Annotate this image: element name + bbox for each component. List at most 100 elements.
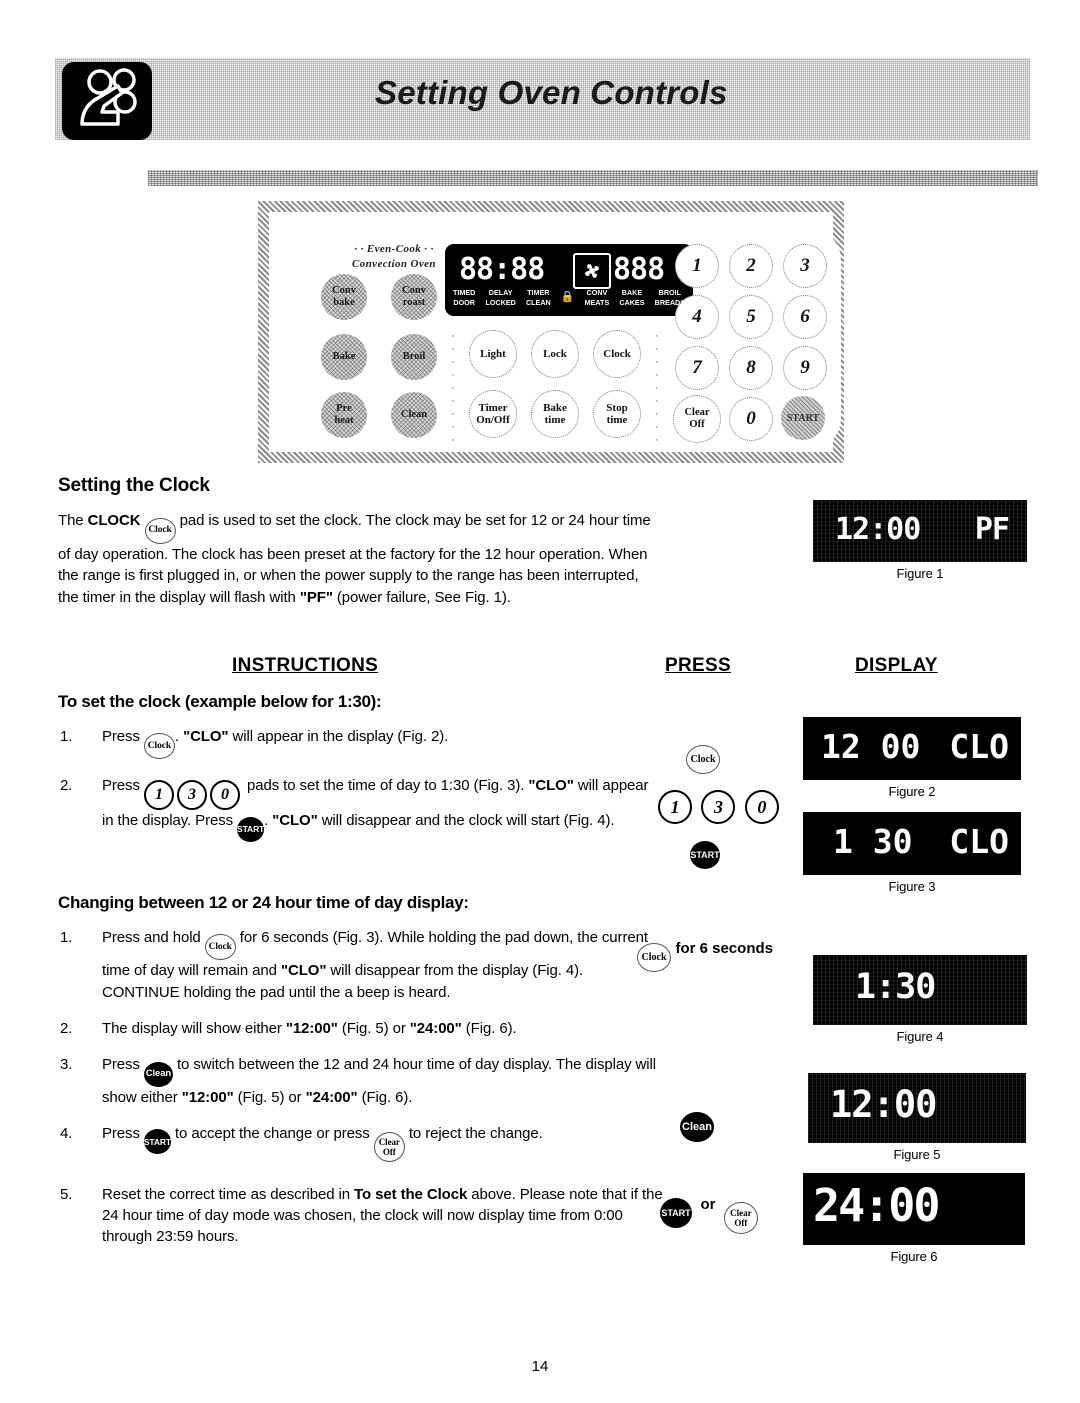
start-pad-icon[interactable]: START: [237, 816, 264, 842]
page-number: 14: [531, 1358, 549, 1375]
clock-bold-word: CLOCK: [87, 512, 141, 529]
subheading-changing-hours: Changing between 12 or 24 hour time of d…: [58, 893, 469, 912]
panel-dot-separator-2: · · · · · · · · ·: [655, 330, 659, 446]
panel-key-8[interactable]: 8: [729, 346, 773, 390]
start-pad-icon[interactable]: START: [690, 841, 720, 869]
figure-2: 12 00 CLO Figure 2: [803, 717, 1021, 799]
figure-5-left-text: 12:00: [830, 1083, 937, 1126]
column-header-display: DISPLAY: [855, 655, 938, 676]
panel-pad-light[interactable]: Light: [469, 330, 517, 378]
panel-key-1[interactable]: 1: [675, 244, 719, 288]
panel-pad-clock[interactable]: Clock: [593, 330, 641, 378]
panel-key-2[interactable]: 2: [729, 244, 773, 288]
clean-pad-icon[interactable]: Clean: [680, 1112, 714, 1142]
panel-pad-conv-bake[interactable]: Conv bake: [321, 274, 367, 320]
panel-pad-lock[interactable]: Lock: [531, 330, 579, 378]
panel-pad-bake-time[interactable]: Bake time: [531, 390, 579, 438]
key-3-icon[interactable]: 3: [176, 780, 207, 810]
press-hold-label: for 6 seconds: [675, 940, 773, 957]
figure-1-caption: Figure 1: [896, 566, 944, 581]
start-pad-icon[interactable]: START: [144, 1129, 171, 1154]
panel-key-clear-off[interactable]: Clear Off: [673, 395, 721, 443]
step-item: 5. Reset the correct time as described i…: [60, 1185, 663, 1245]
panel-key-start[interactable]: START: [781, 396, 825, 440]
figure-6: 24:00 Figure 6: [803, 1173, 1025, 1264]
step-number: 4.: [60, 1124, 73, 1142]
control-panel-bezel: · · Even-Cook · · Convection Oven Conv ba…: [258, 201, 844, 463]
panel-key-9[interactable]: 9: [783, 346, 827, 390]
start-pad-icon[interactable]: START: [660, 1198, 692, 1228]
step-number: 1.: [60, 929, 73, 946]
key-0-icon[interactable]: 0: [744, 790, 779, 824]
indicator-delay-locked: DELAY LOCKED: [485, 288, 516, 307]
panel-dot-separator: · · · · · · · · ·: [451, 330, 455, 446]
panel-pad-bake[interactable]: Bake: [321, 334, 367, 380]
clear-off-pad-icon[interactable]: Clear Off: [723, 1202, 758, 1234]
press-cell-start-or-clear: START or Clear Off: [660, 1196, 758, 1234]
to-set-clock-steps: 1. Press Clock. "CLO" will appear in the…: [58, 726, 663, 842]
panel-display-right-segments: 888: [613, 252, 665, 287]
panel-display-screen: 88:88 888 TIMED DOOR DELAY LOCKED TIMER CLE…: [445, 244, 693, 316]
panel-key-5[interactable]: 5: [729, 295, 773, 339]
panel-key-4[interactable]: 4: [675, 295, 719, 339]
clean-pad-icon[interactable]: Clean: [143, 1061, 173, 1087]
step-number: 2.: [60, 777, 73, 794]
panel-pad-stop-time[interactable]: Stop time: [593, 390, 641, 438]
key-0-icon[interactable]: 0: [209, 780, 240, 810]
page-title: Setting Oven Controls: [375, 74, 728, 111]
section-heading-setting-clock: Setting the Clock: [58, 475, 210, 496]
panel-pad-timer-onoff[interactable]: Timer On/Off: [469, 390, 517, 438]
press-cell-clock-hold: Clock for 6 seconds: [637, 940, 773, 972]
clock-pad-icon[interactable]: Clock: [204, 934, 236, 960]
panel-key-0[interactable]: 0: [729, 397, 773, 441]
figure-3: 1 30 CLO Figure 3: [803, 812, 1021, 894]
figure-2-left-text: 12 00: [821, 727, 921, 766]
key-1-icon[interactable]: 1: [658, 790, 692, 824]
panel-key-3[interactable]: 3: [783, 244, 827, 288]
figure-5: 12:00 Figure 5: [808, 1073, 1026, 1162]
figure-6-left-text: 24:00: [813, 1179, 940, 1232]
panel-pad-broil[interactable]: Broil: [391, 334, 437, 380]
panel-key-7[interactable]: 7: [675, 346, 719, 390]
step-item: 1. Press and hold Clock for 6 seconds (F…: [60, 929, 648, 1001]
step-number: 3.: [60, 1056, 73, 1073]
figure-1: 12:00 PF Figure 1: [813, 500, 1027, 581]
hand-pressing-pad-icon: [62, 62, 152, 140]
step-number: 1.: [60, 728, 73, 745]
press-cell-start: START: [690, 838, 720, 869]
clock-pad-icon[interactable]: Clock: [686, 745, 720, 774]
key-3-icon[interactable]: 3: [701, 790, 736, 824]
indicator-bake-cakes: BAKE CAKES: [619, 288, 645, 307]
clock-pad-icon[interactable]: Clock: [143, 733, 175, 759]
figure-3-caption: Figure 3: [888, 879, 936, 894]
step-item: 2. Press 130 pads to set the time of day…: [58, 775, 663, 842]
panel-pad-preheat[interactable]: Pre heat: [321, 392, 367, 438]
indicator-timed-door: TIMED DOOR: [453, 288, 476, 307]
step-item: 4. Press START to accept the change or p…: [58, 1123, 663, 1162]
clear-off-pad-icon[interactable]: Clear Off: [373, 1131, 405, 1162]
panel-pad-conv-roast[interactable]: Conv roast: [391, 274, 437, 320]
panel-pad-clean[interactable]: Clean: [391, 392, 437, 438]
figure-1-left-text: 12:00: [835, 512, 921, 547]
panel-key-6[interactable]: 6: [783, 295, 827, 339]
key-1-icon[interactable]: 1: [143, 780, 174, 810]
changing-hours-steps: 1. Press and hold Clock for 6 seconds (F…: [58, 927, 663, 1247]
figure-4-left-text: 1:30: [855, 967, 936, 1007]
convection-fan-icon: [573, 253, 611, 289]
header-divider: [148, 170, 1038, 186]
press-cell-clean: Clean: [680, 1110, 714, 1142]
figure-4-caption: Figure 4: [896, 1029, 944, 1044]
figure-5-caption: Figure 5: [893, 1147, 941, 1162]
pf-bold-word: "PF": [299, 588, 333, 606]
figure-3-left-text: 1 30: [833, 822, 913, 861]
press-cell-number-pads: 1 3 0: [658, 790, 782, 824]
figure-1-right-text: PF: [974, 512, 1010, 547]
figure-4: 1:30 Figure 4: [813, 955, 1027, 1044]
setting-clock-paragraph: The CLOCK Clock pad is used to set the c…: [58, 512, 651, 606]
to-set-clock-section: To set the clock (example below for 1:30…: [58, 692, 663, 842]
clock-pad-icon[interactable]: Clock: [144, 517, 176, 544]
control-panel-illustration: · · Even-Cook · · Convection Oven Conv ba…: [240, 195, 844, 463]
subheading-to-set-clock: To set the clock (example below for 1:30…: [58, 692, 382, 711]
clock-pad-icon[interactable]: Clock: [637, 943, 671, 972]
or-label: or: [700, 1196, 716, 1213]
